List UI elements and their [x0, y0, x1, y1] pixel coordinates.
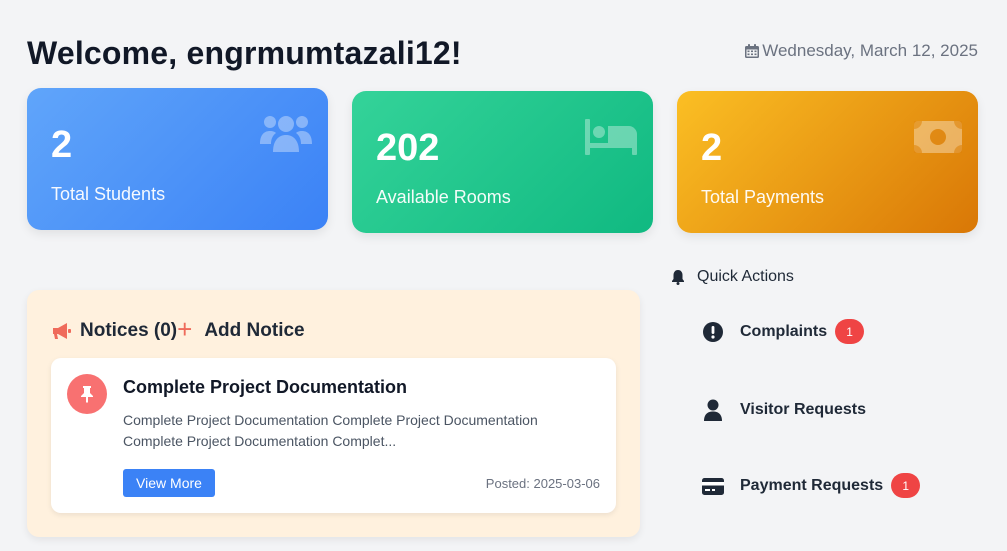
notices-header: Notices (0) + Add Notice [51, 314, 305, 345]
notice-posted-date: Posted: 2025-03-06 [485, 476, 600, 491]
notice-body: Complete Project Documentation Complete … [123, 412, 538, 449]
complaints-link[interactable]: Complaints 1 [702, 319, 865, 344]
quick-actions-panel: Quick Actions Complaints 1 Visitor Reque… [670, 268, 980, 498]
quick-actions-header: Quick Actions [670, 268, 980, 286]
available-rooms-value: 202 [376, 127, 440, 169]
notice-card: Complete Project Documentation Complete … [51, 358, 616, 513]
available-rooms-label: Available Rooms [376, 187, 511, 207]
plus-icon: + [177, 314, 193, 344]
available-rooms-card: 202 Available Rooms [352, 91, 653, 233]
current-date: Wednesday, March 12, 2025 [744, 41, 978, 61]
dashboard-page: Welcome, engrmumtazali12! Wednesday, Mar… [0, 0, 1007, 551]
bed-icon [585, 119, 637, 155]
payment-requests-link[interactable]: Payment Requests 1 [702, 473, 921, 498]
total-students-value: 2 [51, 124, 73, 166]
megaphone-icon [53, 323, 71, 339]
user-icon [704, 399, 722, 421]
quick-actions-title: Quick Actions [697, 268, 794, 285]
page-header: Welcome, engrmumtazali12! Wednesday, Mar… [27, 30, 978, 76]
bell-icon [672, 270, 684, 285]
payment-requests-label: Payment Requests [740, 476, 884, 494]
money-bill-icon [914, 121, 962, 153]
total-payments-value: 2 [701, 127, 723, 169]
exclamation-circle-icon [703, 321, 723, 342]
total-payments-label: Total Payments [701, 187, 825, 207]
notices-title: Notices (0) [80, 320, 178, 341]
complaints-label: Complaints [740, 322, 828, 340]
pin-icon [67, 374, 107, 414]
notices-panel: Notices (0) + Add Notice Complete Projec… [27, 290, 640, 537]
view-more-button[interactable]: View More [123, 469, 215, 497]
visitor-requests-link[interactable]: Visitor Requests [702, 399, 866, 421]
total-students-label: Total Students [51, 184, 166, 204]
calendar-icon [745, 44, 760, 58]
total-payments-card: 2 Total Payments [677, 91, 978, 233]
add-notice-label: Add Notice [204, 320, 305, 341]
users-icon [260, 116, 312, 152]
date-text: Wednesday, March 12, 2025 [762, 41, 978, 60]
add-notice-button[interactable]: + Add Notice [177, 314, 305, 345]
payment-requests-badge: 1 [891, 473, 921, 498]
notice-title: Complete Project Documentation [123, 377, 408, 397]
visitor-requests-label: Visitor Requests [740, 401, 866, 418]
complaints-badge: 1 [835, 319, 865, 344]
total-students-card: 2 Total Students [27, 88, 328, 230]
welcome-heading: Welcome, engrmumtazali12! [27, 34, 462, 71]
credit-card-icon [702, 477, 724, 495]
